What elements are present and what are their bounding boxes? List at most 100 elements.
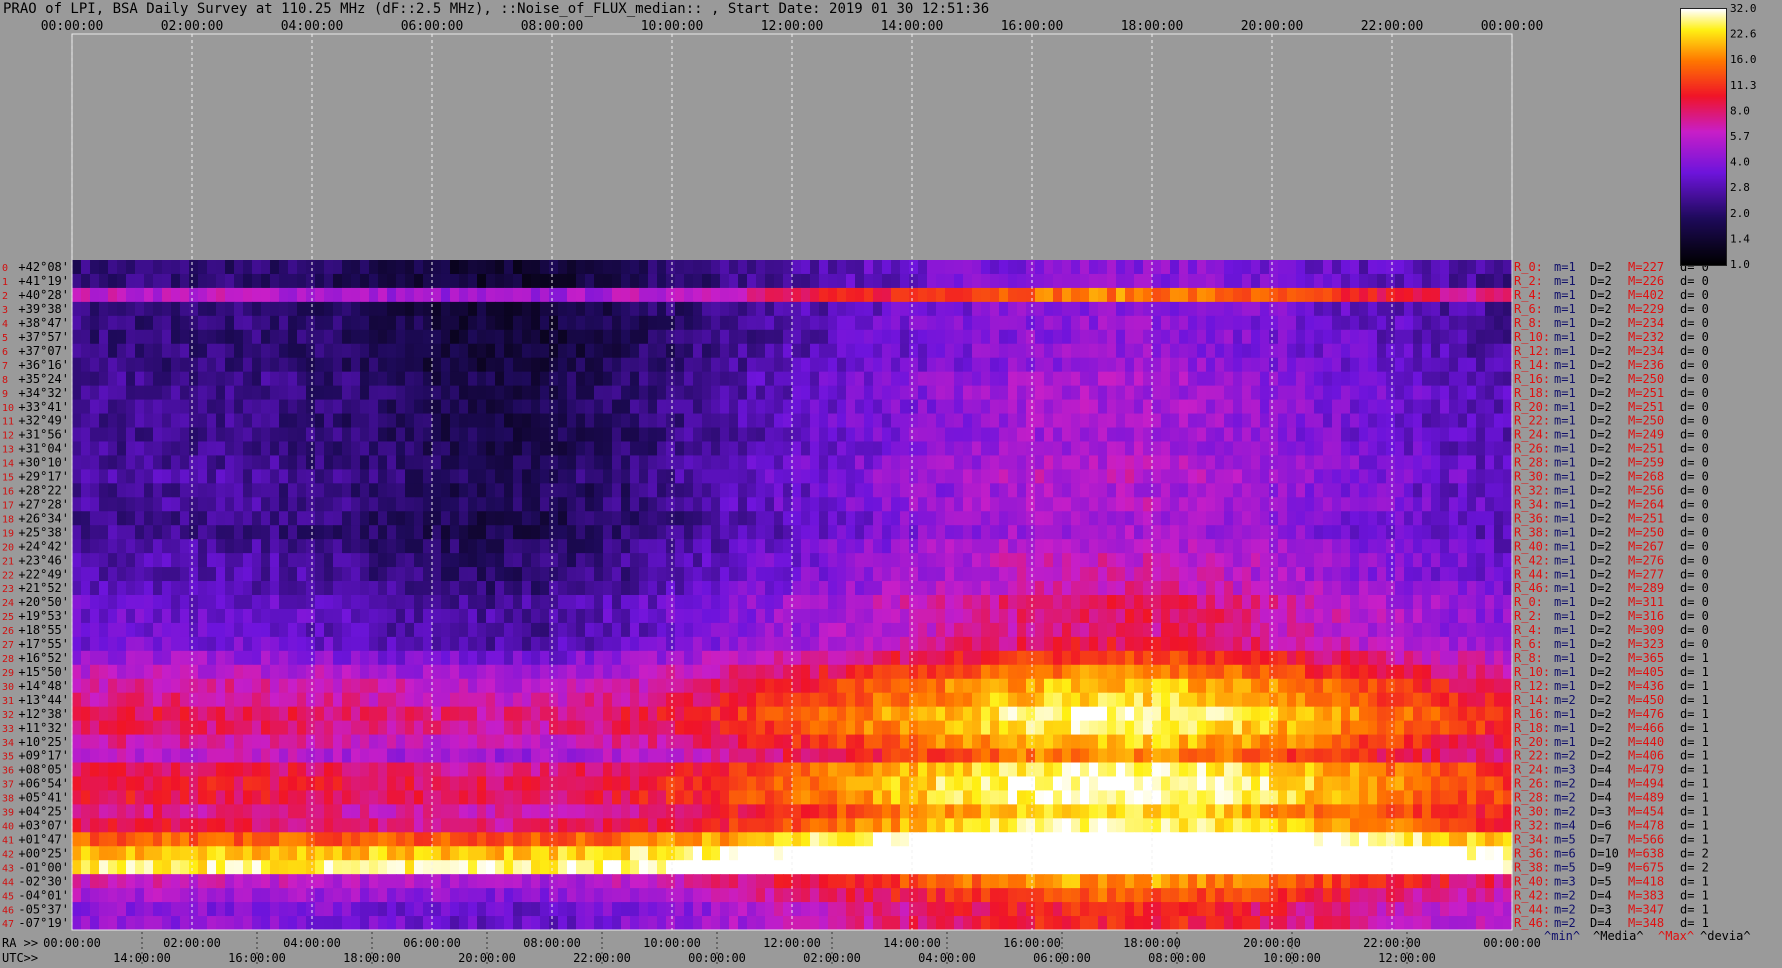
- heatmap-cell: [1179, 497, 1189, 512]
- heatmap-cell: [306, 622, 316, 638]
- heatmap-cell: [1026, 622, 1036, 638]
- heatmap-cell: [1422, 469, 1432, 484]
- heatmap-cell: [90, 427, 100, 442]
- heatmap-cell: [1152, 399, 1162, 414]
- heatmap-cell: [1368, 678, 1378, 694]
- heatmap-cell: [1323, 260, 1333, 275]
- heatmap-cell: [621, 539, 631, 554]
- heatmap-cell: [1476, 357, 1486, 373]
- heatmap-cell: [1170, 287, 1180, 303]
- heatmap-cell: [1107, 511, 1117, 526]
- heatmap-cell: [1332, 371, 1342, 387]
- heatmap-cell: [207, 329, 217, 345]
- heatmap-cell: [531, 650, 541, 666]
- heatmap-cell: [1305, 525, 1315, 540]
- heatmap-cell: [729, 636, 739, 652]
- heatmap-cell: [1233, 511, 1243, 526]
- heatmap-cell: [1242, 343, 1252, 359]
- heatmap-cell: [1188, 608, 1198, 624]
- heatmap-cell: [630, 539, 640, 554]
- heatmap-cell: [504, 455, 514, 470]
- heatmap-cell: [441, 678, 451, 694]
- heatmap-cell: [747, 455, 757, 470]
- heatmap-cell: [99, 385, 109, 400]
- heatmap-cell: [810, 413, 820, 428]
- heatmap-cell: [432, 427, 442, 442]
- heatmap-cell: [648, 511, 658, 526]
- heatmap-cell: [162, 260, 172, 275]
- heatmap-cell: [1314, 427, 1324, 442]
- heatmap-cell: [207, 260, 217, 275]
- heatmap-cell: [441, 399, 451, 414]
- heatmap-cell: [1053, 525, 1063, 540]
- heatmap-cell: [918, 567, 928, 582]
- heatmap-cell: [243, 608, 253, 624]
- heatmap-cell: [900, 315, 910, 331]
- heatmap-cell: [189, 539, 199, 554]
- heatmap-cell: [882, 427, 892, 442]
- heatmap-cell: [369, 469, 379, 484]
- heatmap-cell: [261, 441, 271, 456]
- heatmap-cell: [882, 399, 892, 414]
- heatmap-cell: [738, 525, 748, 540]
- heatmap-cell: [1008, 595, 1018, 610]
- heatmap-cell: [369, 301, 379, 317]
- heatmap-cell: [198, 260, 208, 275]
- heatmap-cell: [963, 567, 973, 582]
- heatmap-cell: [306, 567, 316, 582]
- heatmap-cell: [621, 567, 631, 582]
- heatmap-cell: [405, 664, 415, 680]
- heatmap-cell: [216, 371, 226, 387]
- heatmap-cell: [1296, 315, 1306, 331]
- heatmap-cell: [675, 567, 685, 582]
- heatmap-cell: [801, 678, 811, 694]
- heatmap-cell: [1116, 455, 1126, 470]
- heatmap-cell: [360, 273, 370, 289]
- heatmap-cell: [1098, 511, 1108, 526]
- heatmap-cell: [927, 511, 937, 526]
- heatmap-cell: [1224, 385, 1234, 400]
- heatmap-cell: [567, 385, 577, 400]
- heatmap-cell: [117, 678, 127, 694]
- heatmap-cell: [738, 567, 748, 582]
- heatmap-cell: [819, 427, 829, 442]
- heatmap-cell: [630, 581, 640, 596]
- heatmap-cell: [729, 497, 739, 512]
- heatmap-cell: [1503, 650, 1513, 666]
- heatmap-cell: [720, 301, 730, 317]
- heatmap-cell: [1287, 385, 1297, 400]
- heatmap-cell: [1467, 525, 1477, 540]
- heatmap-cell: [1053, 553, 1063, 568]
- heatmap-cell: [810, 371, 820, 387]
- heatmap-cell: [1377, 539, 1387, 554]
- heatmap-cell: [1350, 287, 1360, 303]
- heatmap-cell: [1458, 455, 1468, 470]
- heatmap-cell: [1242, 497, 1252, 512]
- heatmap-cell: [657, 622, 667, 638]
- heatmap-cell: [900, 273, 910, 289]
- heatmap-cell: [405, 581, 415, 596]
- heatmap-cell: [1134, 399, 1144, 414]
- heatmap-cell: [252, 567, 262, 582]
- heatmap-cell: [1323, 329, 1333, 345]
- heatmap-cell: [693, 483, 703, 498]
- heatmap-cell: [972, 650, 982, 666]
- heatmap-cell: [243, 385, 253, 400]
- heatmap-cell: [981, 608, 991, 624]
- heatmap-cell: [1215, 399, 1225, 414]
- heatmap-cell: [324, 678, 334, 694]
- heatmap-cell: [396, 622, 406, 638]
- heatmap-cell: [1071, 371, 1081, 387]
- heatmap-cell: [558, 581, 568, 596]
- heatmap-cell: [585, 357, 595, 373]
- heatmap-cell: [585, 343, 595, 359]
- heatmap-cell: [855, 539, 865, 554]
- heatmap-cell: [450, 343, 460, 359]
- heatmap-cell: [576, 357, 586, 373]
- heatmap-cell: [864, 301, 874, 317]
- heatmap-cell: [999, 427, 1009, 442]
- heatmap-cell: [747, 315, 757, 331]
- heatmap-cell: [1332, 539, 1342, 554]
- heatmap-cell: [414, 678, 424, 694]
- heatmap-cell: [90, 511, 100, 526]
